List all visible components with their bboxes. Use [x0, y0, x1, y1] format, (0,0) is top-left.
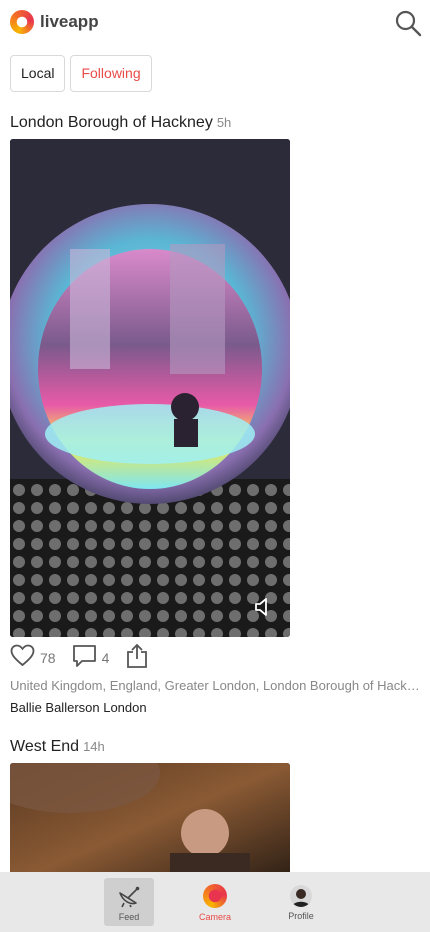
video-player[interactable] [10, 139, 290, 637]
comment-count: 4 [101, 650, 110, 666]
nav-camera[interactable]: Camera [190, 878, 240, 926]
share-icon [127, 643, 148, 668]
like-count: 78 [40, 650, 56, 666]
tab-local[interactable]: Local [10, 55, 66, 92]
nav-profile[interactable]: Profile [276, 878, 326, 926]
post-time: 5h [216, 115, 232, 130]
nav-camera-label: Camera [198, 912, 231, 922]
app-header: liveapp [0, 0, 430, 46]
feed-tabs: Local Following [10, 55, 152, 92]
tab-following[interactable]: Following [70, 55, 152, 92]
app-logo [10, 10, 34, 34]
avatar [290, 885, 312, 907]
post-time: 14h [83, 739, 105, 754]
mute-button[interactable] [254, 596, 274, 623]
video-frame [10, 139, 290, 637]
share-button[interactable] [125, 643, 149, 674]
video-frame [10, 763, 290, 883]
search-icon [395, 10, 422, 37]
search-button[interactable] [394, 9, 422, 37]
speaker-muted-icon [255, 598, 267, 616]
comment-icon [72, 644, 96, 667]
post-location-title[interactable]: West End 14h [10, 738, 105, 756]
comment-button[interactable] [72, 644, 97, 673]
post-actions: 78 4 [10, 643, 149, 674]
post-location-title[interactable]: London Borough of Hackney 5h [10, 114, 231, 132]
nav-feed[interactable]: Feed [104, 878, 154, 926]
post-title-text: London Borough of Hackney [10, 114, 213, 131]
nav-profile-label: Profile [288, 911, 314, 921]
nav-feed-label: Feed [118, 912, 140, 922]
post-location: United Kingdom, England, Greater London,… [10, 678, 422, 693]
camera-record-icon [203, 884, 227, 908]
app-brand: liveapp [40, 12, 99, 31]
post-venue[interactable]: Ballie Ballerson London [10, 700, 147, 715]
video-player[interactable] [10, 763, 290, 883]
satellite-dish-icon [119, 886, 140, 908]
post-title-text: West End [10, 738, 80, 755]
heart-icon [10, 644, 35, 667]
bottom-nav: Feed Camera Profile [0, 872, 430, 932]
like-button[interactable] [10, 644, 35, 672]
